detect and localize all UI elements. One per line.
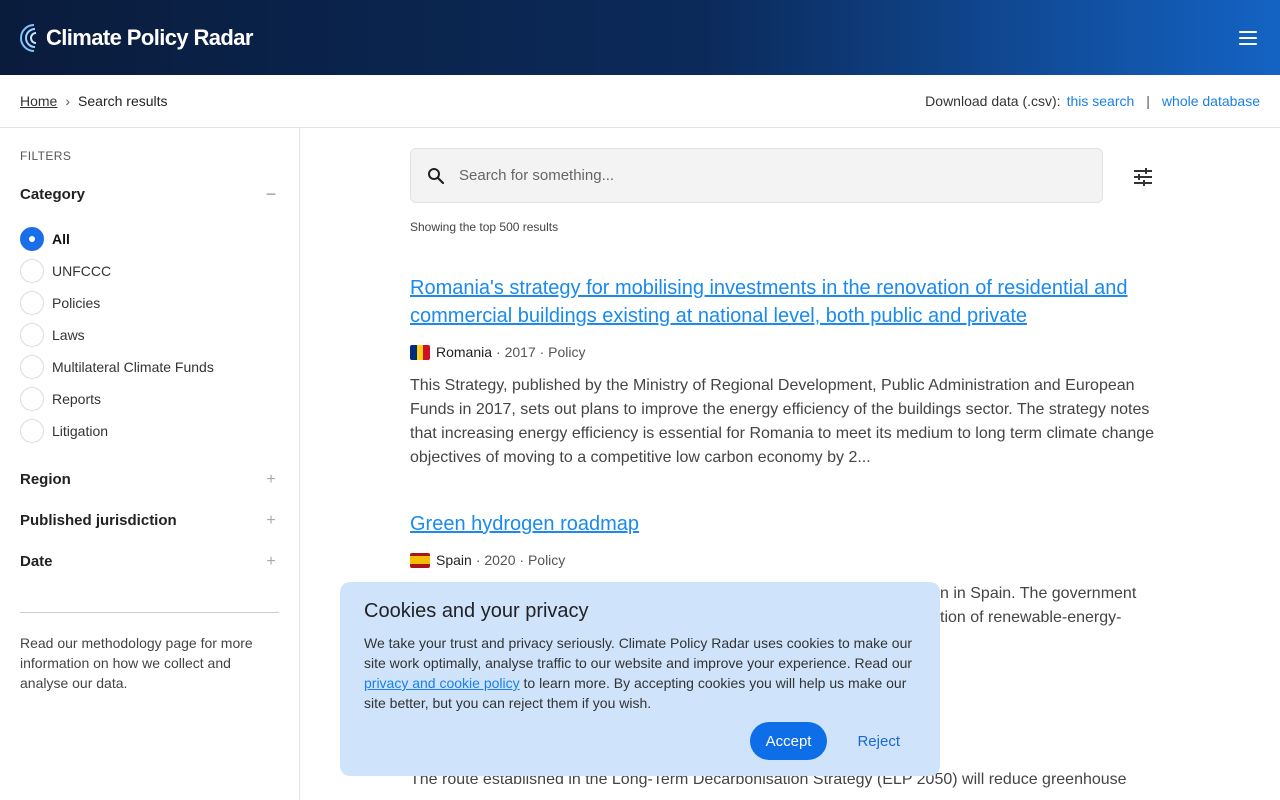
site-header: Climate Policy Radar	[0, 0, 1280, 75]
cookie-actions: Accept Reject	[749, 722, 916, 760]
expand-icon[interactable]: +	[263, 553, 279, 571]
result-year-type: · 2020 · Policy	[475, 552, 566, 568]
download-this-search-link[interactable]: this search	[1067, 93, 1135, 109]
logo-text: Climate Policy Radar	[46, 24, 253, 50]
category-option-multilateral-climate-funds[interactable]: Multilateral Climate Funds	[20, 351, 279, 383]
breadcrumb: Home › Search results	[20, 93, 168, 109]
cookie-text-before: We take your trust and privacy seriously…	[364, 635, 913, 671]
collapse-icon[interactable]: −	[263, 185, 279, 203]
date-title: Date	[20, 553, 53, 570]
radio-button[interactable]	[20, 419, 44, 443]
result-title-link[interactable]: Green hydrogen roadmap	[410, 510, 1170, 538]
category-option-label: All	[52, 231, 70, 247]
result-description: This Strategy, published by the Ministry…	[410, 377, 1155, 466]
radar-logo-icon	[20, 23, 37, 52]
methodology-note: Read our methodology page for more infor…	[20, 635, 253, 691]
result-country: Spain	[436, 552, 472, 568]
result-country: Romania	[436, 344, 493, 360]
cookie-text: We take your trust and privacy seriously…	[364, 633, 916, 713]
published-jurisdiction-title: Published jurisdiction	[20, 512, 177, 529]
radio-button[interactable]	[20, 259, 44, 283]
category-option-label: Laws	[52, 327, 85, 343]
download-label: Download data (.csv):	[925, 93, 1061, 109]
radio-button[interactable]	[20, 291, 44, 315]
category-radio-list: All UNFCCC Policies Laws Multilateral Cl…	[20, 223, 279, 447]
privacy-policy-link[interactable]: privacy and cookie policy	[364, 675, 520, 691]
region-title: Region	[20, 471, 71, 488]
category-filter-header[interactable]: Category −	[20, 185, 279, 203]
spain-flag-icon	[410, 552, 430, 568]
sliders-filter-icon[interactable]	[1132, 166, 1154, 188]
filters-title: FILTERS	[20, 149, 72, 163]
expand-icon[interactable]: +	[263, 471, 279, 489]
result-title-link[interactable]: Romania's strategy for mobilising invest…	[410, 274, 1170, 330]
download-data: Download data (.csv): this search | whol…	[925, 93, 1260, 109]
category-option-label: UNFCCC	[52, 263, 112, 279]
category-option-reports[interactable]: Reports	[20, 383, 279, 415]
date-filter-header[interactable]: Date +	[20, 541, 279, 582]
result-description-line: tion of renewable-energy-	[940, 609, 1122, 626]
category-option-litigation[interactable]: Litigation	[20, 415, 279, 447]
hamburger-menu-icon[interactable]	[1236, 26, 1260, 50]
search-bar[interactable]	[410, 148, 1103, 203]
result-meta: Spain · 2020 · Policy	[410, 552, 1170, 568]
logo[interactable]: Climate Policy Radar	[20, 22, 253, 54]
download-divider: |	[1146, 93, 1150, 109]
category-option-all[interactable]: All	[20, 223, 279, 255]
expand-icon[interactable]: +	[263, 512, 279, 530]
category-option-label: Policies	[52, 295, 101, 311]
category-title: Category	[20, 185, 86, 203]
search-result: Romania's strategy for mobilising invest…	[410, 274, 1170, 470]
category-option-laws[interactable]: Laws	[20, 319, 279, 351]
breadcrumb-bar: Home › Search results Download data (.cs…	[0, 75, 1280, 128]
category-option-policies[interactable]: Policies	[20, 287, 279, 319]
breadcrumb-current: Search results	[78, 93, 168, 109]
romania-flag-icon	[410, 344, 430, 360]
radio-button[interactable]	[20, 323, 44, 347]
radio-button[interactable]	[20, 387, 44, 411]
radio-button[interactable]	[20, 355, 44, 379]
result-description-line: n in Spain. The government	[940, 585, 1137, 602]
category-option-label: Multilateral Climate Funds	[52, 359, 214, 375]
search-input[interactable]	[459, 167, 1059, 184]
sidebar-divider	[20, 612, 279, 613]
radio-button[interactable]	[20, 227, 44, 251]
reject-cookies-button[interactable]: Reject	[841, 722, 916, 760]
breadcrumb-home-link[interactable]: Home	[20, 93, 57, 109]
cookie-title: Cookies and your privacy	[364, 600, 589, 622]
accept-cookies-button[interactable]: Accept	[749, 722, 828, 760]
category-option-unfccc[interactable]: UNFCCC	[20, 255, 279, 287]
search-icon	[428, 167, 445, 184]
region-filter-header[interactable]: Region +	[20, 459, 279, 500]
download-whole-database-link[interactable]: whole database	[1162, 93, 1260, 109]
cookie-banner: Cookies and your privacy We take your tr…	[340, 582, 940, 776]
breadcrumb-separator: ›	[65, 93, 71, 109]
category-option-label: Litigation	[52, 423, 109, 439]
category-option-label: Reports	[52, 391, 102, 407]
published-jurisdiction-filter-header[interactable]: Published jurisdiction +	[20, 500, 279, 541]
filters-sidebar: FILTERS Category − All UNFCCC Policies L…	[0, 128, 300, 800]
result-count: Showing the top 500 results	[410, 220, 559, 234]
result-year-type: · 2017 · Policy	[496, 344, 586, 360]
result-meta: Romania · 2017 · Policy	[410, 344, 1170, 360]
